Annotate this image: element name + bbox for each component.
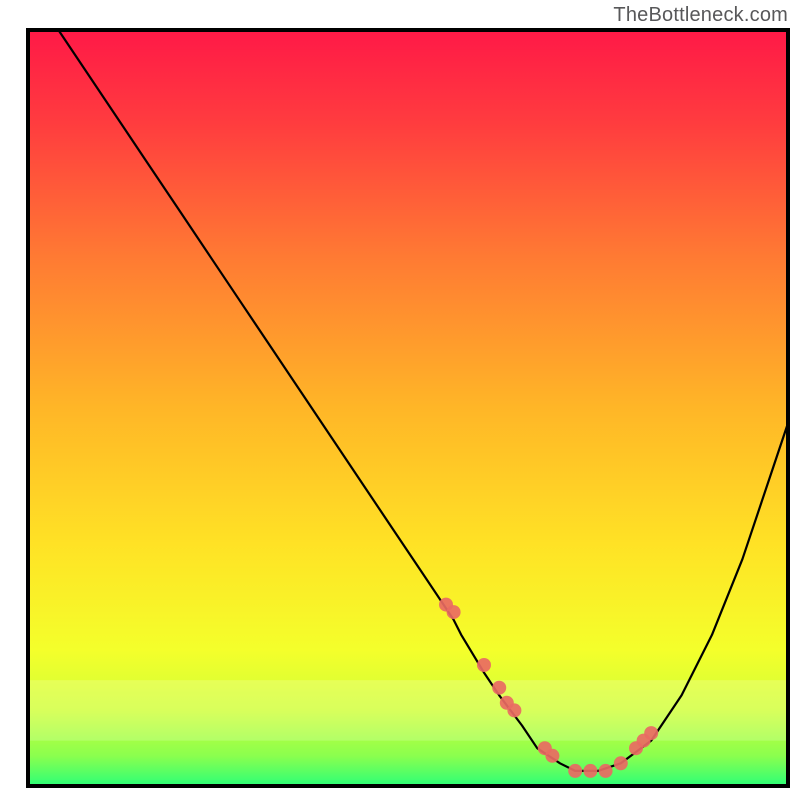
data-point <box>545 749 559 763</box>
data-point <box>447 605 461 619</box>
chart-container: TheBottleneck.com <box>0 0 800 800</box>
bottleneck-chart <box>0 0 800 800</box>
data-point <box>568 764 582 778</box>
highlight-band <box>28 680 788 740</box>
chart-background <box>28 30 788 786</box>
data-point <box>477 658 491 672</box>
data-point <box>644 726 658 740</box>
data-point <box>492 681 506 695</box>
data-point <box>507 703 521 717</box>
data-point <box>614 756 628 770</box>
data-point <box>599 764 613 778</box>
attribution-label: TheBottleneck.com <box>613 4 788 27</box>
data-point <box>583 764 597 778</box>
